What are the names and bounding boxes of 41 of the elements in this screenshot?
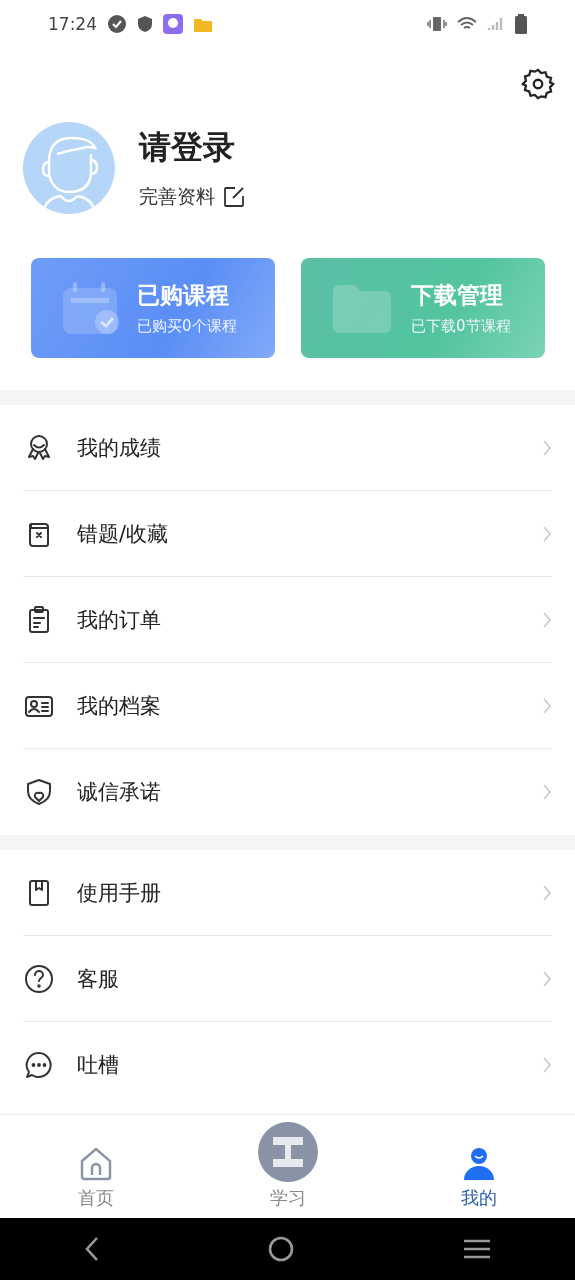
edit-profile-link[interactable]: 完善资料 — [139, 184, 215, 210]
menu-item[interactable]: 我的成绩 — [77, 433, 520, 462]
settings-icon[interactable] — [521, 67, 555, 101]
chevron-right-icon — [542, 1056, 552, 1074]
menu-item[interactable]: 错题/收藏 — [77, 519, 520, 548]
card-subtitle: 已下载0节课程 — [411, 317, 511, 336]
edit-icon[interactable] — [223, 186, 245, 208]
wifi-icon — [457, 16, 477, 32]
calendar-icon — [61, 280, 121, 336]
card-subtitle: 已购买0个课程 — [137, 317, 237, 336]
menu-item[interactable]: 诚信承诺 — [77, 778, 520, 806]
tab[interactable]: 首页 — [77, 1186, 114, 1210]
chevron-right-icon — [542, 696, 552, 715]
menu-item[interactable]: 我的订单 — [77, 605, 520, 634]
chevron-right-icon — [542, 524, 552, 543]
menu-item[interactable]: 使用手册 — [77, 878, 520, 907]
chevron-right-icon — [542, 783, 552, 801]
card-title: 下载管理 — [411, 281, 504, 310]
card-title: 已购课程 — [137, 281, 230, 310]
help-icon — [23, 962, 55, 995]
home-icon[interactable] — [267, 1235, 296, 1263]
shield-icon — [137, 15, 153, 33]
back-icon[interactable] — [83, 1236, 100, 1262]
menu-item[interactable]: 吐槽 — [77, 1051, 520, 1079]
tab[interactable]: 我的 — [461, 1186, 498, 1210]
check-icon — [107, 14, 127, 34]
login-prompt[interactable]: 请登录 — [139, 126, 245, 170]
tab[interactable]: 学习 — [269, 1186, 306, 1210]
status-time: 17:24 — [48, 14, 97, 34]
battery-icon — [515, 14, 527, 34]
menu-item[interactable]: 客服 — [77, 964, 520, 993]
chevron-right-icon — [542, 883, 552, 902]
app-icon — [163, 14, 183, 34]
chat-icon — [23, 1049, 55, 1081]
chevron-right-icon — [542, 610, 552, 629]
chevron-right-icon — [542, 969, 552, 988]
vibrate-icon — [427, 15, 447, 33]
signal-icon — [487, 16, 505, 32]
chevron-right-icon — [542, 438, 552, 457]
menu-item[interactable]: 我的档案 — [77, 691, 520, 720]
menu-icon[interactable] — [463, 1238, 492, 1260]
